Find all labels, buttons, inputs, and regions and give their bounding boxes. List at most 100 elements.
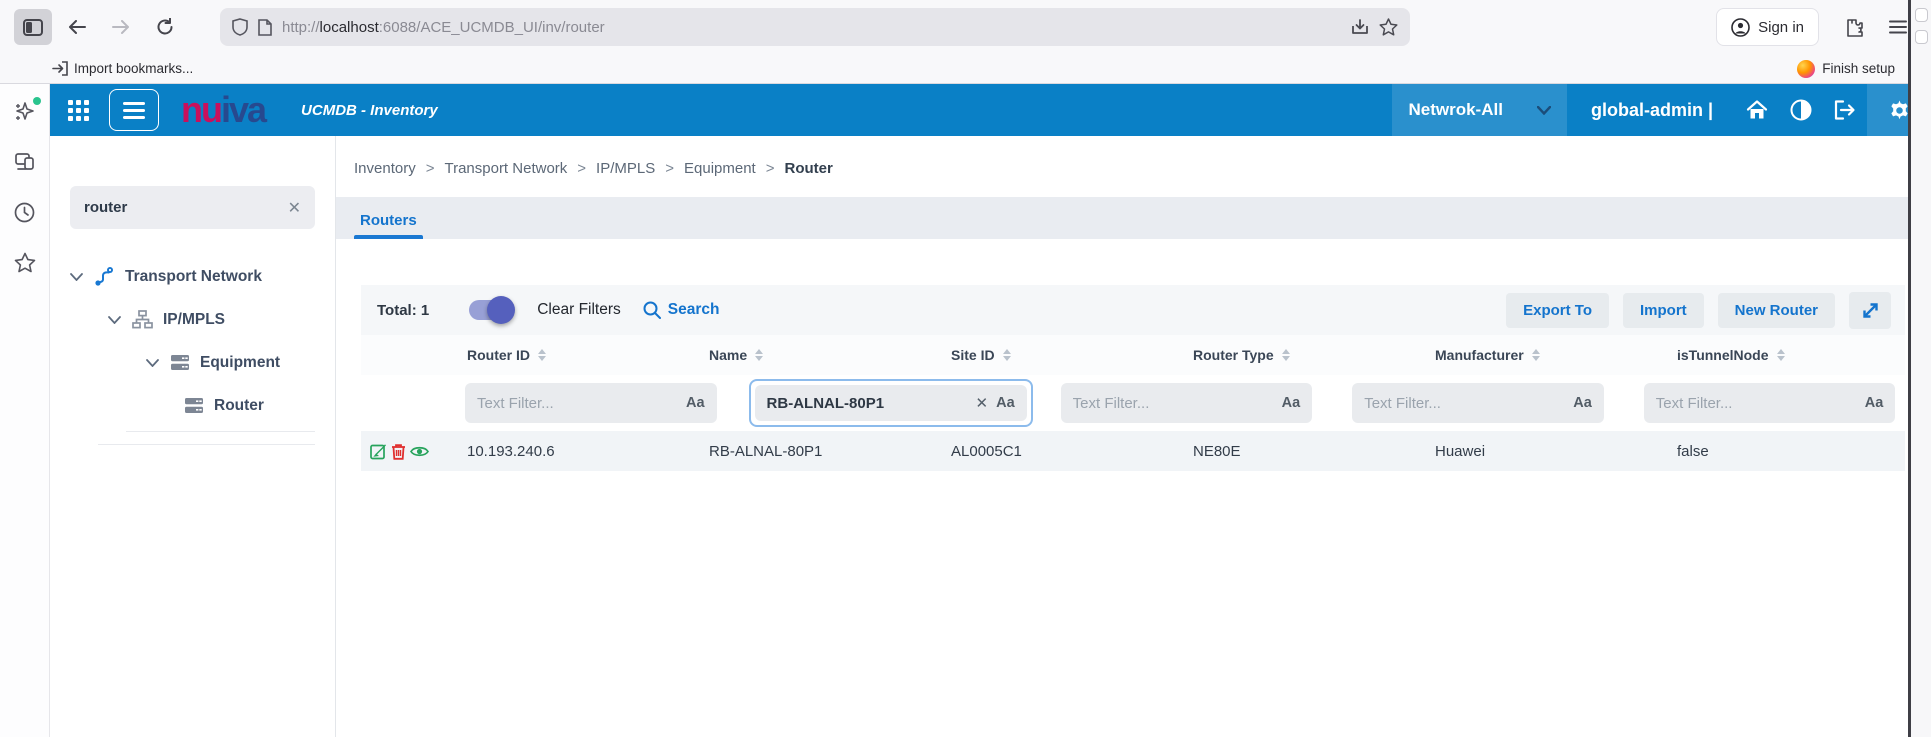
firefox-icon xyxy=(1797,60,1815,78)
chevron-down-icon[interactable] xyxy=(108,316,122,324)
app-grid-icon[interactable] xyxy=(68,100,89,121)
column-header-istunnelnode[interactable]: isTunnelNode xyxy=(1663,347,1905,363)
filters-toggle[interactable] xyxy=(469,300,513,320)
sort-icon[interactable] xyxy=(1003,349,1011,361)
expand-fullscreen-button[interactable] xyxy=(1849,292,1891,329)
table-row[interactable]: 10.193.240.6 RB-ALNAL-80P1 AL0005C1 NE80… xyxy=(361,431,1905,471)
active-tab-indicator xyxy=(354,235,423,239)
clear-search-icon[interactable]: ✕ xyxy=(288,198,301,218)
breadcrumb: Inventory > Transport Network > IP/MPLS … xyxy=(336,136,1931,197)
case-sensitive-toggle[interactable]: Aa xyxy=(686,395,705,411)
network-selector[interactable]: Netwrok-All xyxy=(1392,84,1566,136)
sort-icon[interactable] xyxy=(1777,349,1785,361)
filter-site-id[interactable]: Aa xyxy=(1061,383,1313,423)
main-content: Inventory > Transport Network > IP/MPLS … xyxy=(336,136,1931,737)
sidebar-search-box[interactable]: ✕ xyxy=(70,186,315,229)
search-button[interactable]: Search xyxy=(643,301,720,319)
url-bar[interactable]: http://localhost:6088/ACE_UCMDB_UI/inv/r… xyxy=(220,8,1410,46)
chevron-down-icon[interactable] xyxy=(146,359,160,367)
filter-input[interactable] xyxy=(477,395,678,412)
column-header-site-id[interactable]: Site ID xyxy=(937,347,1179,363)
tree-item-router[interactable]: Router xyxy=(70,384,315,427)
breadcrumb-item-inventory[interactable]: Inventory xyxy=(354,160,416,177)
nav-menu-button[interactable] xyxy=(109,89,159,131)
divider xyxy=(98,444,315,445)
filter-manufacturer[interactable]: Aa xyxy=(1644,383,1896,423)
clear-filter-icon[interactable]: ✕ xyxy=(976,394,989,412)
adjacent-window-edge xyxy=(1908,0,1931,737)
forward-button[interactable] xyxy=(102,9,140,45)
filter-router-type[interactable]: Aa xyxy=(1352,383,1604,423)
case-sensitive-toggle[interactable]: Aa xyxy=(1282,395,1301,411)
cell-site-id: AL0005C1 xyxy=(937,443,1179,460)
clear-filters-button[interactable]: Clear Filters xyxy=(537,301,621,319)
app-header: nuiva UCMDB - Inventory Netwrok-All glob… xyxy=(50,84,1931,136)
extensions-icon[interactable] xyxy=(1835,9,1873,45)
tree-item-transport-network[interactable]: Transport Network xyxy=(70,255,315,298)
export-to-button[interactable]: Export To xyxy=(1506,293,1609,328)
sort-icon[interactable] xyxy=(755,349,763,361)
breadcrumb-item-transport-network[interactable]: Transport Network xyxy=(444,160,567,177)
back-button[interactable] xyxy=(58,9,96,45)
tab-routers[interactable]: Routers xyxy=(354,212,423,239)
shield-icon[interactable] xyxy=(232,18,248,36)
server-icon xyxy=(184,397,204,414)
edit-icon[interactable] xyxy=(370,443,387,460)
chevron-down-icon xyxy=(1537,106,1551,115)
case-sensitive-toggle[interactable]: Aa xyxy=(1865,395,1884,411)
reload-button[interactable] xyxy=(146,9,184,45)
case-sensitive-toggle[interactable]: Aa xyxy=(996,395,1015,411)
tree-item-equipment[interactable]: Equipment xyxy=(70,341,315,384)
table-toolbar: Total: 1 Clear Filters Search Export To … xyxy=(361,285,1905,335)
page-info-icon[interactable] xyxy=(258,19,272,36)
cell-istunnelnode: false xyxy=(1663,443,1905,460)
delete-icon[interactable] xyxy=(391,443,406,460)
url-text[interactable]: http://localhost:6088/ACE_UCMDB_UI/inv/r… xyxy=(282,19,1341,36)
tree-item-ip-mpls[interactable]: IP/MPLS xyxy=(70,298,315,341)
server-icon xyxy=(170,354,190,371)
column-header-router-id[interactable]: Router ID xyxy=(453,347,695,363)
new-router-button[interactable]: New Router xyxy=(1718,293,1835,328)
import-bookmarks-link[interactable]: Import bookmarks... xyxy=(74,61,193,76)
column-header-name[interactable]: Name xyxy=(695,347,937,363)
sort-icon[interactable] xyxy=(1532,349,1540,361)
sign-in-button[interactable]: Sign in xyxy=(1716,8,1819,46)
expand-icon xyxy=(1860,300,1881,321)
column-header-manufacturer[interactable]: Manufacturer xyxy=(1421,347,1663,363)
column-header-router-type[interactable]: Router Type xyxy=(1179,347,1421,363)
bookmarks-star-icon[interactable] xyxy=(13,250,37,274)
finish-setup-link[interactable]: Finish setup xyxy=(1797,60,1921,78)
toggle-knob xyxy=(487,296,515,324)
ai-chat-icon[interactable] xyxy=(13,100,37,124)
divider xyxy=(126,431,315,432)
filter-input[interactable] xyxy=(767,395,968,412)
bookmark-star-icon[interactable] xyxy=(1379,18,1398,36)
chevron-down-icon[interactable] xyxy=(70,273,84,281)
sort-icon[interactable] xyxy=(538,349,546,361)
sort-icon[interactable] xyxy=(1282,349,1290,361)
save-page-icon[interactable] xyxy=(1351,18,1369,36)
row-actions xyxy=(361,443,453,460)
filter-input[interactable] xyxy=(1364,395,1565,412)
breadcrumb-item-router: Router xyxy=(784,160,832,177)
filter-input[interactable] xyxy=(1656,395,1857,412)
filter-name-focused[interactable]: ✕ Aa xyxy=(749,379,1033,427)
search-icon xyxy=(643,301,661,319)
filter-input[interactable] xyxy=(1073,395,1274,412)
filter-router-id[interactable]: Aa xyxy=(465,383,717,423)
cell-name: RB-ALNAL-80P1 xyxy=(695,443,937,460)
contrast-icon[interactable] xyxy=(1779,84,1823,136)
table-header-row: Router ID Name Site ID Router Type Manuf… xyxy=(361,335,1905,375)
logout-icon[interactable] xyxy=(1823,84,1867,136)
home-icon[interactable] xyxy=(1735,84,1779,136)
breadcrumb-item-equipment[interactable]: Equipment xyxy=(684,160,756,177)
case-sensitive-toggle[interactable]: Aa xyxy=(1573,395,1592,411)
import-button[interactable]: Import xyxy=(1623,293,1704,328)
sidebar-search-input[interactable] xyxy=(84,199,288,216)
history-clock-icon[interactable] xyxy=(13,200,37,224)
total-count-label: Total: 1 xyxy=(377,302,429,319)
sidebar-toggle-button[interactable] xyxy=(14,9,52,45)
breadcrumb-item-ip-mpls[interactable]: IP/MPLS xyxy=(596,160,655,177)
synced-tabs-icon[interactable] xyxy=(13,150,37,174)
view-icon[interactable] xyxy=(410,445,429,458)
